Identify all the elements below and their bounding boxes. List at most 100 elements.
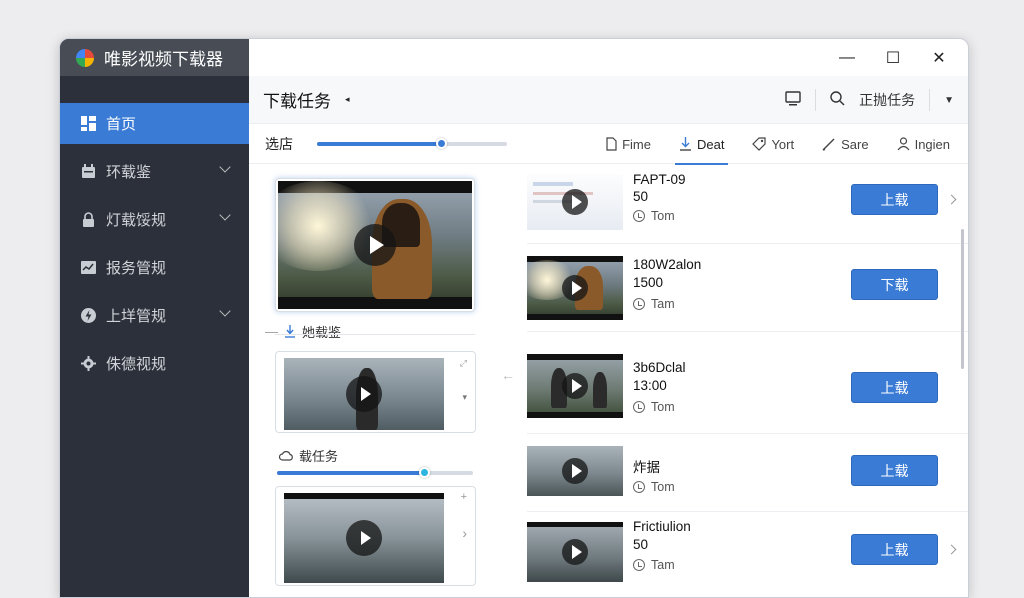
task-size: 13:00 bbox=[633, 378, 667, 393]
task-user: Tom bbox=[633, 400, 675, 414]
dashboard-icon bbox=[80, 116, 96, 132]
sidebar-item-label: 首页 bbox=[106, 116, 137, 133]
sidebar-item-3[interactable]: 灯载馁规 bbox=[60, 199, 249, 240]
sidebar-item-4[interactable]: 报务管规 bbox=[60, 247, 249, 288]
filter-slider[interactable] bbox=[317, 137, 507, 149]
slider-knob[interactable] bbox=[435, 137, 447, 149]
clock-icon bbox=[633, 401, 645, 413]
task-thumbnail[interactable] bbox=[527, 522, 623, 582]
tab-label: Deat bbox=[696, 136, 725, 152]
task-thumbnail[interactable] bbox=[527, 256, 623, 320]
pen-icon bbox=[822, 138, 835, 151]
close-button[interactable]: ✕ bbox=[930, 48, 948, 68]
sidebar-item-label: 环载鉴 bbox=[106, 164, 152, 181]
file-icon bbox=[606, 137, 617, 151]
preview-card-2[interactable]: ⤢ ▾ bbox=[275, 351, 476, 433]
main-preview-thumbnail[interactable] bbox=[278, 181, 472, 309]
chevron-down-icon[interactable] bbox=[219, 209, 231, 221]
sidebar-item-label: 灯载馁规 bbox=[106, 212, 167, 229]
play-icon[interactable] bbox=[346, 520, 382, 556]
collapse-caret-icon[interactable]: ◂ bbox=[345, 94, 350, 105]
tab-tag[interactable]: Yort bbox=[748, 124, 798, 164]
preview-card-3[interactable]: + › bbox=[275, 486, 476, 586]
divider bbox=[275, 334, 475, 335]
play-icon[interactable] bbox=[562, 189, 588, 215]
task-action-button[interactable]: 上载 bbox=[851, 455, 938, 486]
search-button[interactable]: 正抛任务 bbox=[859, 90, 915, 110]
tab-file[interactable]: Fime bbox=[602, 124, 655, 164]
chevron-right-icon[interactable] bbox=[946, 194, 957, 205]
tab-edit[interactable]: Sare bbox=[818, 124, 872, 164]
tab-user[interactable]: Ingien bbox=[893, 124, 954, 164]
task-action-button[interactable]: 上载 bbox=[851, 534, 938, 565]
slider-fill bbox=[317, 141, 441, 146]
sidebar-item-5[interactable]: 上垟管规 bbox=[60, 295, 249, 336]
task-thumbnail[interactable] bbox=[527, 174, 623, 230]
app-title-bar: 唯影视频下载器 bbox=[60, 39, 249, 76]
minimize-button[interactable]: — bbox=[838, 49, 856, 67]
task-action-button[interactable]: 下载 bbox=[851, 269, 938, 300]
arrow-left-icon[interactable]: ← bbox=[501, 367, 515, 383]
slider-knob[interactable] bbox=[419, 467, 430, 478]
play-icon[interactable] bbox=[562, 458, 588, 484]
sidebar-item-label: 侏德视规 bbox=[106, 356, 167, 373]
divider bbox=[929, 89, 931, 111]
task-row[interactable]: 炸据 Tom 上载 bbox=[527, 434, 968, 512]
task-row[interactable]: Frictiulion 50 Tam 上载 bbox=[527, 512, 968, 597]
task-size: 50 bbox=[633, 189, 649, 204]
preview-thumbnail[interactable] bbox=[284, 358, 444, 430]
task-row[interactable]: 3b6Dclal 13:00 Tom 上载 bbox=[527, 332, 968, 434]
section-downloads-header: — 她载鉴 bbox=[265, 324, 342, 340]
filter-tabs: Fime Deat Yort Sare Ingien bbox=[602, 124, 954, 165]
tab-label: Ingien bbox=[914, 136, 950, 152]
slider-fill bbox=[277, 471, 424, 475]
preview-column: — 她载鉴 ⤢ ▾ 载任务 + › bbox=[263, 164, 483, 597]
task-list: FAPT-09 50 Tom 上载 180W2alon 1500 Tam 下载 bbox=[527, 164, 968, 597]
chevron-down-icon[interactable] bbox=[219, 161, 231, 173]
play-icon[interactable] bbox=[346, 376, 382, 412]
sidebar: 唯影视频下载器 首页 环载鉴 灯载馁规 报务管规 上垟管规 侏德视规 bbox=[60, 39, 249, 597]
play-icon[interactable] bbox=[562, 275, 588, 301]
page-title: 下载任务 bbox=[263, 92, 331, 111]
task-thumbnail[interactable] bbox=[527, 446, 623, 496]
chart-icon bbox=[80, 260, 96, 276]
filter-label: 选店 bbox=[265, 135, 293, 152]
chevron-right-icon[interactable]: › bbox=[462, 525, 467, 541]
more-icon[interactable]: ▾ bbox=[462, 392, 467, 403]
section-tasks-header: 载任务 bbox=[279, 446, 338, 465]
sidebar-item-6[interactable]: 侏德视规 bbox=[60, 343, 249, 384]
play-icon[interactable] bbox=[354, 224, 396, 266]
clock-icon bbox=[633, 559, 645, 571]
task-row[interactable]: 180W2alon 1500 Tam 下载 bbox=[527, 244, 968, 332]
monitor-icon[interactable] bbox=[785, 91, 801, 109]
task-row[interactable]: FAPT-09 50 Tom 上载 bbox=[527, 164, 968, 244]
play-icon[interactable] bbox=[562, 373, 588, 399]
expand-icon[interactable]: ⤢ bbox=[460, 358, 467, 369]
tab-download[interactable]: Deat bbox=[674, 124, 729, 165]
toolbar-actions: 正抛任务 ▼ bbox=[785, 76, 954, 124]
task-thumbnail[interactable] bbox=[527, 354, 623, 418]
task-progress-slider[interactable] bbox=[277, 467, 473, 478]
filter-bar: 选店 Fime Deat Yort Sare Ingien bbox=[249, 124, 968, 165]
divider bbox=[815, 89, 817, 111]
search-icon[interactable] bbox=[830, 91, 845, 109]
chevron-right-icon[interactable] bbox=[946, 544, 957, 555]
task-user: Tom bbox=[633, 209, 675, 223]
maximize-button[interactable]: ☐ bbox=[884, 48, 902, 68]
chevron-down-icon[interactable] bbox=[219, 305, 231, 317]
main-preview-card[interactable] bbox=[275, 178, 475, 312]
download-icon bbox=[285, 325, 295, 338]
main-panel: — ☐ ✕ 下载任务 ◂ 正抛任务 ▼ 选店 Fime Deat Yort Sa… bbox=[249, 39, 968, 597]
sidebar-item-2[interactable]: 环载鉴 bbox=[60, 151, 249, 192]
scrollbar[interactable] bbox=[961, 229, 964, 369]
play-icon[interactable] bbox=[562, 539, 588, 565]
preview-thumbnail[interactable] bbox=[284, 493, 444, 583]
add-icon[interactable]: + bbox=[461, 491, 467, 503]
task-action-button[interactable]: 上载 bbox=[851, 184, 938, 215]
caret-down-icon[interactable]: ▼ bbox=[944, 95, 954, 106]
task-title: 3b6Dclal bbox=[633, 360, 686, 375]
sidebar-item-home[interactable]: 首页 bbox=[60, 103, 249, 144]
section-label: 载任务 bbox=[299, 449, 339, 464]
task-action-button[interactable]: 上载 bbox=[851, 372, 938, 403]
section-label: 她载鉴 bbox=[302, 325, 342, 340]
